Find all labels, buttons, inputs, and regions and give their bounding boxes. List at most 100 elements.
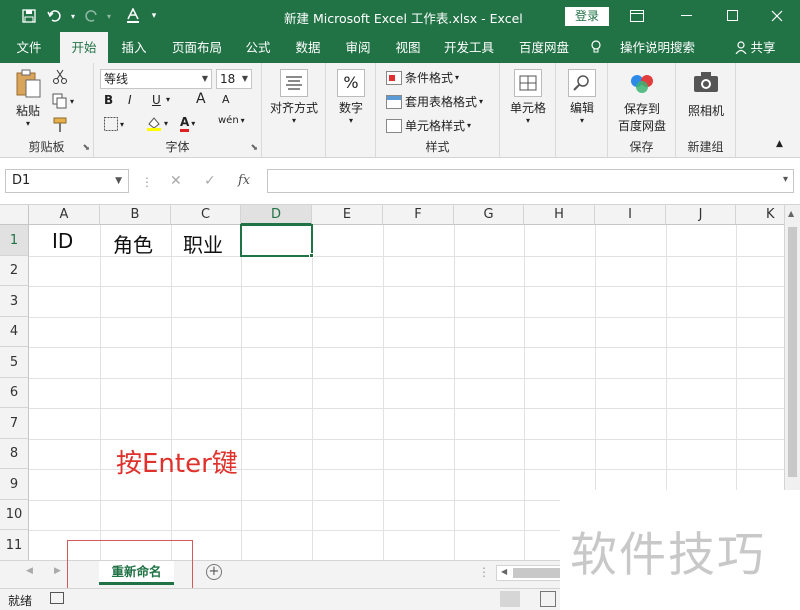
- close-icon[interactable]: [754, 0, 800, 32]
- row-header-3[interactable]: 3: [0, 286, 29, 317]
- ribbon-display-icon[interactable]: [614, 0, 660, 32]
- row-header-10[interactable]: 10: [0, 500, 29, 530]
- column-header-a[interactable]: A: [29, 205, 100, 225]
- column-header-e[interactable]: E: [312, 205, 383, 225]
- redo-icon[interactable]: [78, 2, 104, 30]
- cell-b1[interactable]: 角色: [113, 229, 153, 258]
- macro-record-icon[interactable]: [50, 592, 64, 604]
- clipboard-launcher-icon[interactable]: ⬊: [82, 143, 90, 153]
- underline-button[interactable]: U: [152, 93, 161, 107]
- normal-view-icon[interactable]: [500, 591, 520, 607]
- cell-c1[interactable]: 职业: [183, 229, 223, 258]
- scroll-left-icon[interactable]: ◀: [501, 567, 507, 576]
- paste-button[interactable]: 粘贴 ▾: [8, 69, 48, 128]
- select-all-corner[interactable]: [0, 205, 29, 225]
- font-name-select[interactable]: 等线 ▼: [100, 69, 212, 89]
- row-header-5[interactable]: 5: [0, 347, 29, 378]
- scroll-up-icon[interactable]: ▲: [788, 209, 794, 218]
- vertical-scroll-thumb[interactable]: [788, 227, 797, 477]
- phonetic-icon[interactable]: wén ▾: [218, 115, 245, 126]
- font-color-qat-icon[interactable]: [120, 2, 146, 30]
- font-color-icon[interactable]: A ▾: [180, 115, 195, 132]
- save-to-baidu-button[interactable]: 保存到 百度网盘: [612, 69, 672, 134]
- cancel-icon[interactable]: ✕: [170, 173, 182, 189]
- editing-button[interactable]: 编辑 ▾: [562, 69, 602, 125]
- ribbon-tab-bar: 文件 开始 插入 页面布局 公式 数据 审阅 视图 开发工具 百度网盘 操作说明…: [0, 32, 800, 63]
- row-header-8[interactable]: 8: [0, 439, 29, 469]
- tab-developer[interactable]: 开发工具: [436, 32, 502, 63]
- row-header-7[interactable]: 7: [0, 408, 29, 439]
- conditional-format-button[interactable]: 条件格式 ▾: [386, 69, 459, 86]
- tab-home[interactable]: 开始: [60, 32, 108, 63]
- conditional-format-icon: [386, 70, 402, 85]
- column-header-i[interactable]: I: [595, 205, 666, 225]
- tab-split-icon[interactable]: ⋮: [478, 565, 490, 579]
- camera-button[interactable]: 照相机: [682, 69, 730, 119]
- format-painter-icon[interactable]: [52, 117, 68, 133]
- add-sheet-icon[interactable]: +: [206, 564, 222, 580]
- column-header-j[interactable]: J: [666, 205, 736, 225]
- expand-formula-icon[interactable]: ▾: [783, 174, 788, 185]
- cut-icon[interactable]: [52, 69, 68, 85]
- format-as-table-button[interactable]: 套用表格格式 ▾: [386, 93, 483, 110]
- borders-icon[interactable]: ▾: [104, 117, 124, 131]
- tab-file[interactable]: 文件: [6, 32, 52, 63]
- undo-icon[interactable]: [42, 2, 68, 30]
- login-button[interactable]: 登录: [565, 7, 609, 26]
- fill-color-icon[interactable]: ▾: [146, 115, 168, 131]
- cells-button[interactable]: 单元格 ▾: [506, 69, 550, 125]
- copy-icon[interactable]: ▾: [52, 93, 74, 109]
- tab-insert[interactable]: 插入: [112, 32, 156, 63]
- row-header-4[interactable]: 4: [0, 317, 29, 347]
- shrink-font-button[interactable]: A: [222, 93, 230, 106]
- cell-styles-button[interactable]: 单元格样式 ▾: [386, 117, 471, 134]
- cell-a1[interactable]: ID: [52, 229, 73, 253]
- tell-me-search[interactable]: 操作说明搜索: [590, 32, 700, 63]
- page-layout-view-icon[interactable]: [540, 591, 556, 607]
- tab-data[interactable]: 数据: [286, 32, 330, 63]
- column-header-d[interactable]: D: [241, 205, 312, 225]
- maximize-icon[interactable]: [710, 0, 756, 32]
- save-icon[interactable]: [16, 2, 42, 30]
- tab-view[interactable]: 视图: [386, 32, 430, 63]
- row-header-1[interactable]: 1: [0, 225, 29, 256]
- name-box[interactable]: D1 ▼: [5, 169, 129, 193]
- active-cell-d1[interactable]: [240, 224, 313, 257]
- column-header-g[interactable]: G: [454, 205, 524, 225]
- insert-function-icon[interactable]: fx: [238, 173, 250, 188]
- row-header-2[interactable]: 2: [0, 256, 29, 286]
- formula-input[interactable]: ▾: [267, 169, 794, 193]
- alignment-button[interactable]: 对齐方式 ▾: [266, 69, 322, 125]
- font-color-letter: A: [180, 115, 190, 132]
- column-header-f[interactable]: F: [383, 205, 454, 225]
- save-line1: 保存到: [623, 102, 660, 116]
- number-button[interactable]: % 数字 ▾: [332, 69, 370, 125]
- next-sheet-icon[interactable]: ▶: [54, 566, 61, 576]
- prev-sheet-icon[interactable]: ◀: [26, 566, 33, 576]
- minimize-icon[interactable]: [664, 0, 710, 32]
- italic-button[interactable]: I: [128, 93, 132, 107]
- row-header-6[interactable]: 6: [0, 378, 29, 408]
- column-header-b[interactable]: B: [100, 205, 171, 225]
- undo-dropdown-icon[interactable]: ▾: [68, 2, 78, 30]
- redo-dropdown-icon[interactable]: ▾: [104, 2, 114, 30]
- column-header-h[interactable]: H: [524, 205, 595, 225]
- grow-font-button[interactable]: A: [196, 91, 206, 107]
- fill-handle[interactable]: [309, 253, 314, 258]
- tab-page-layout[interactable]: 页面布局: [164, 32, 230, 63]
- font-size-select[interactable]: 18 ▼: [216, 69, 252, 89]
- underline-dropdown-icon[interactable]: ▾: [166, 95, 170, 104]
- row-header-11[interactable]: 11: [0, 530, 29, 560]
- share-button[interactable]: 共享: [730, 32, 780, 63]
- tab-formulas[interactable]: 公式: [236, 32, 280, 63]
- row-header-9[interactable]: 9: [0, 469, 29, 500]
- font-launcher-icon[interactable]: ⬊: [250, 143, 258, 153]
- tab-baidu[interactable]: 百度网盘: [508, 32, 580, 63]
- customize-qat-icon[interactable]: ▾: [146, 2, 162, 30]
- collapse-ribbon-icon[interactable]: ▲: [776, 139, 783, 149]
- enter-icon[interactable]: ✓: [204, 173, 216, 189]
- column-header-c[interactable]: C: [171, 205, 241, 225]
- bold-button[interactable]: B: [104, 93, 113, 107]
- tab-review[interactable]: 审阅: [336, 32, 380, 63]
- column-header-k[interactable]: K: [736, 205, 784, 225]
